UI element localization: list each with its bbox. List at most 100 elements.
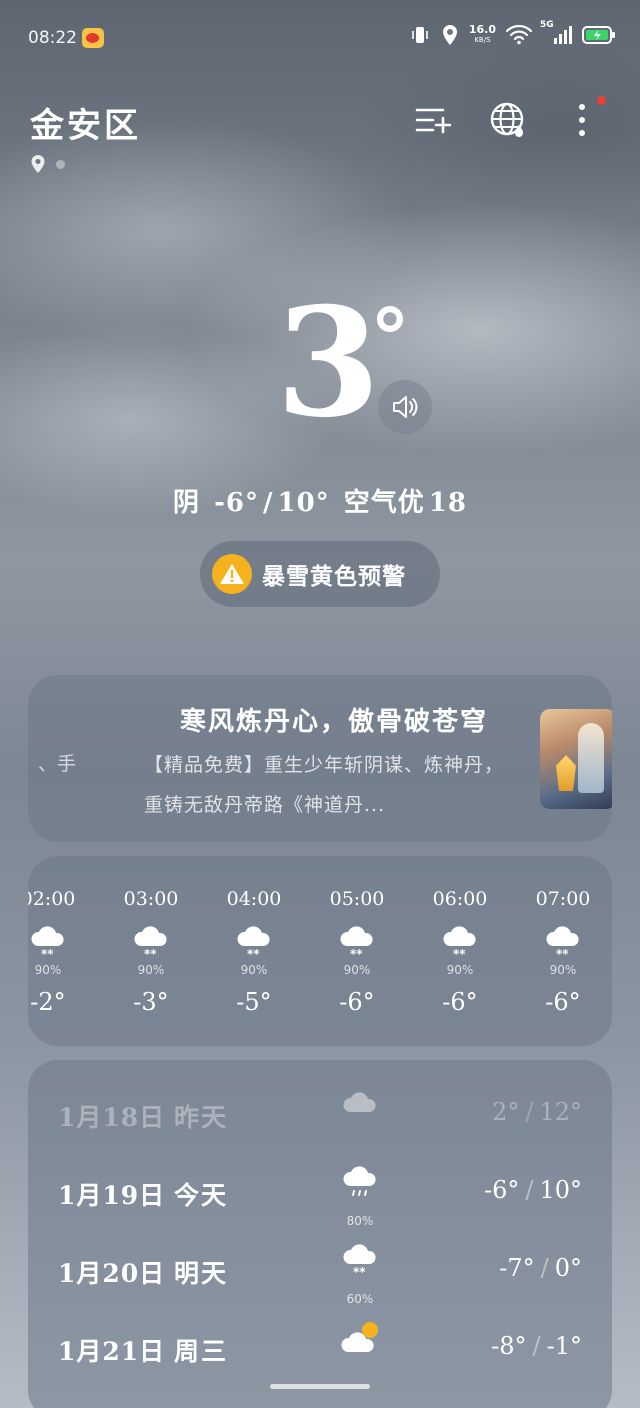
day-label: 周三: [174, 1337, 229, 1366]
hour-temperature: -2°: [30, 988, 66, 1016]
page-dot: [56, 159, 65, 169]
vibrate-icon: [412, 27, 428, 43]
hour-time: 06:00: [432, 888, 488, 910]
daily-row[interactable]: 1月20日 明天 ** 60% -7°/0°: [28, 1234, 612, 1306]
day-temp-range: -8° / -1°: [491, 1332, 582, 1360]
day-temp-range: -6°/10°: [484, 1176, 582, 1204]
partly-cloudy-icon: [340, 1320, 384, 1360]
day-label: 明天: [174, 1259, 229, 1288]
status-icons: 16.0 KB/S 5G: [409, 20, 616, 46]
weibo-notification-icon: [82, 28, 104, 48]
day-high: 12°: [539, 1098, 582, 1126]
promo-side-text: 、手: [38, 753, 77, 775]
city-manage-button[interactable]: [414, 100, 454, 140]
hour-temperature: -5°: [236, 988, 272, 1016]
svg-text:**: **: [556, 947, 569, 960]
cloud-icon: [340, 1086, 380, 1122]
hour-time: 05:00: [329, 888, 385, 910]
wifi-icon: [506, 25, 532, 45]
high-temp: 10°: [277, 488, 330, 518]
day-precip-chance: 80%: [346, 1214, 374, 1228]
snow-icon: **: [337, 924, 377, 964]
day-date: 1月18日: [58, 1103, 166, 1132]
city-name[interactable]: 金安区: [30, 98, 141, 147]
alert-text: 暴雪黄色预警: [262, 563, 406, 590]
snow-icon: **: [234, 924, 274, 964]
hour-temperature: -6°: [545, 988, 581, 1016]
day-high: 10°: [539, 1176, 582, 1204]
warning-icon: [212, 554, 252, 594]
day-label: 今天: [174, 1181, 229, 1210]
speaker-icon: [393, 396, 418, 418]
svg-text:**: **: [350, 947, 363, 960]
daily-forecast[interactable]: 1月18日 昨天 2°/12° 1月19日 今天 80% -6°/10° 1月20日 明天 ** 6…: [28, 1060, 612, 1408]
promo-title: 寒风炼丹心，傲骨破苍穹: [179, 707, 488, 737]
hour-time: 04:00: [226, 888, 282, 910]
hour-temperature: -6°: [339, 988, 375, 1016]
hour-precip-chance: 90%: [34, 963, 62, 977]
hour-precip-chance: 90%: [549, 963, 577, 977]
location-page-indicator: [30, 154, 65, 174]
air-quality-label: 空气优: [343, 488, 425, 518]
cell-signal-icon: 5G: [540, 20, 572, 44]
hour-precip-chance: 90%: [343, 963, 371, 977]
snow-icon: **: [28, 924, 68, 964]
snow-icon: **: [440, 924, 480, 964]
svg-text:**: **: [353, 1265, 366, 1278]
promo-description: 【精品免费】重生少年斩阴谋、炼神丹，重铸无敌丹帝路《神道丹...: [144, 754, 505, 816]
svg-text:**: **: [41, 947, 54, 960]
low-temp: -6°: [214, 488, 259, 518]
more-menu-button[interactable]: [562, 100, 602, 140]
net-speed: 16.0 KB/S: [468, 23, 496, 44]
hour-time: 02:00: [28, 888, 76, 910]
current-temperature: 3: [276, 275, 381, 451]
hour-precip-chance: 90%: [446, 963, 474, 977]
day-label: 昨天: [174, 1103, 229, 1132]
snow-icon: **: [131, 924, 171, 964]
day-date: 1月20日: [58, 1259, 166, 1288]
day-precip-chance: 60%: [346, 1292, 374, 1306]
more-vertical-icon: [579, 104, 585, 136]
range-separator: /: [525, 1098, 534, 1126]
add-list-icon: [415, 108, 452, 134]
svg-text:**: **: [453, 947, 466, 960]
day-high: 0°: [554, 1254, 582, 1282]
hour-temperature: -3°: [133, 988, 169, 1016]
degree-symbol: °: [370, 291, 410, 385]
globe-icon: [490, 102, 524, 137]
location-icon: [442, 25, 457, 45]
hour-time: 07:00: [535, 888, 591, 910]
home-indicator[interactable]: [270, 1384, 370, 1389]
condition-summary[interactable]: 阴 -6°/10° 空气优 18: [0, 482, 640, 519]
voice-broadcast-button[interactable]: [378, 380, 432, 434]
day-low: -6°: [483, 1176, 520, 1204]
svg-text:**: **: [247, 947, 260, 960]
promo-thumbnail: [540, 709, 612, 809]
day-temp-range: -7°/0°: [499, 1254, 582, 1282]
hour-precip-chance: 90%: [240, 963, 268, 977]
condition-text: 阴: [173, 488, 201, 518]
range-separator: /: [532, 1332, 541, 1360]
day-date: 1月19日: [58, 1181, 166, 1210]
weather-alert-button[interactable]: 暴雪黄色预警: [200, 541, 440, 607]
daily-row[interactable]: 1月21日 周三 -8° / -1°: [28, 1312, 612, 1382]
rain-icon: [340, 1164, 380, 1208]
daily-row[interactable]: 1月19日 今天 80% -6°/10°: [28, 1156, 612, 1228]
globe-button[interactable]: [488, 100, 528, 140]
day-date: 1月21日: [58, 1337, 166, 1366]
hour-precip-chance: 90%: [137, 963, 165, 977]
air-quality-value: 18: [428, 488, 467, 518]
day-high: -1°: [546, 1332, 582, 1360]
promo-card[interactable]: 寒风炼丹心，傲骨破苍穹 、手 【精品免费】重生少年斩阴谋、炼神丹，重铸无敌丹帝路…: [28, 675, 612, 842]
hour-temperature: -6°: [442, 988, 478, 1016]
snow-icon: **: [340, 1242, 380, 1282]
notification-dot: [597, 96, 606, 105]
day-low: -8°: [491, 1332, 527, 1360]
status-time: 08:22: [28, 28, 77, 48]
hour-time: 03:00: [123, 888, 179, 910]
snow-icon: **: [543, 924, 583, 964]
location-pin-icon: [31, 155, 45, 173]
range-separator: /: [540, 1254, 549, 1282]
hourly-forecast[interactable]: 02:00 ** 90% -2° 03:00 ** 90% -3° 04:00 ** 90% -5° 0…: [28, 856, 612, 1046]
daily-row[interactable]: 1月18日 昨天 2°/12°: [28, 1078, 612, 1148]
